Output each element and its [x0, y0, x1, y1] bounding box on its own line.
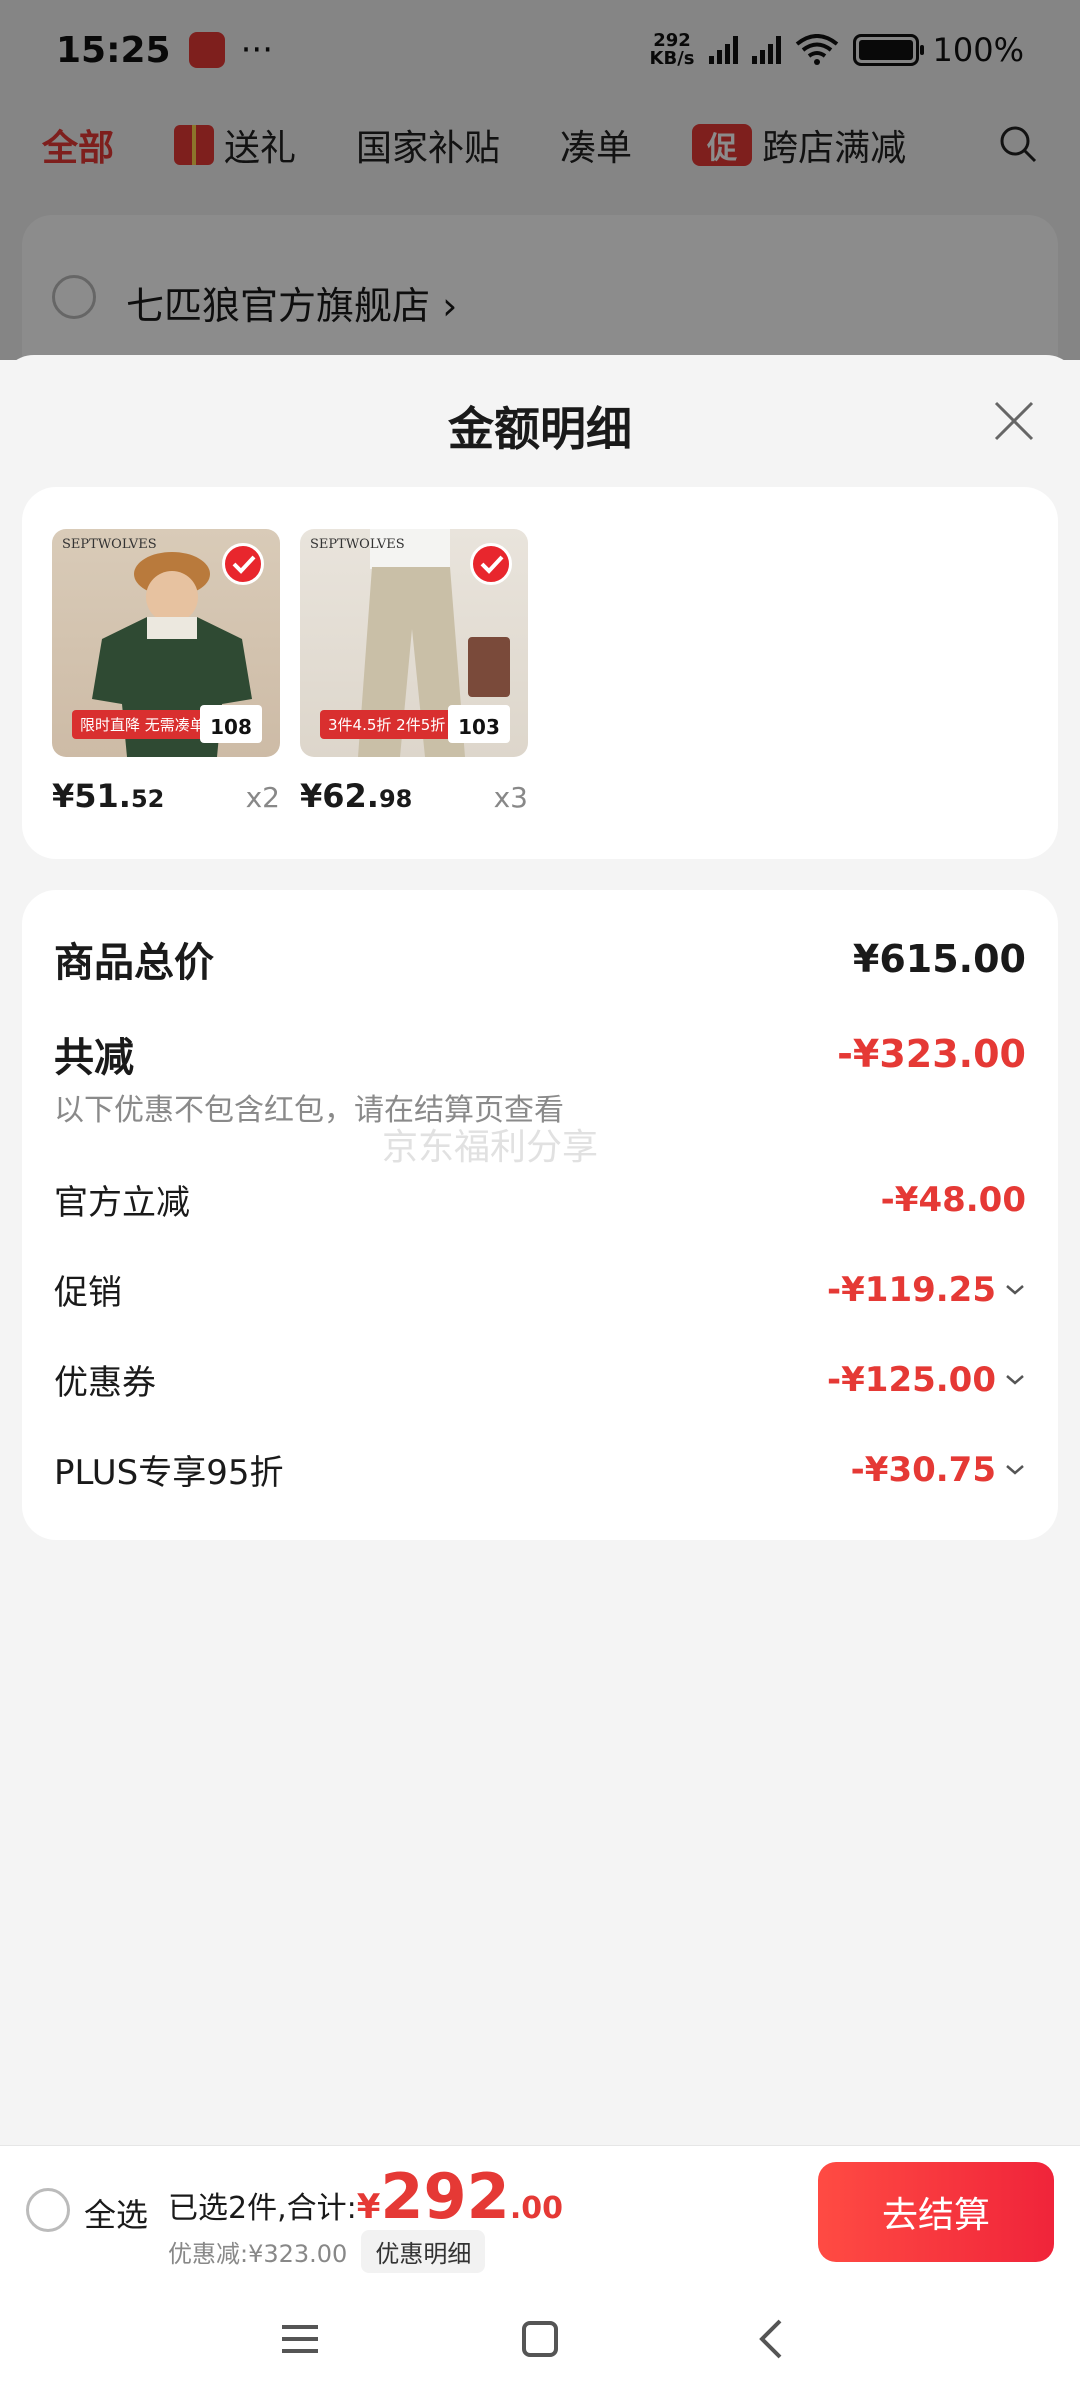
goods-thumbnail: SEPTWOLVES 3件4.5折 2件5折 103	[300, 529, 528, 757]
watermark: 京东福利分享	[382, 1127, 599, 1168]
sheet-title: 金额明细	[448, 402, 632, 456]
checkout-button[interactable]: 去结算	[818, 2162, 1054, 2262]
total-price-value: ¥615.00	[852, 937, 1026, 981]
total-amount-decimal: .00	[509, 2191, 563, 2226]
total-price-label: 商品总价	[54, 940, 214, 986]
menu-icon[interactable]	[276, 2315, 324, 2363]
checkout-bar: 全选 已选2件,合计: ¥ 292 .00 优惠减:¥323.00 优惠明细 去…	[0, 2145, 1080, 2275]
discount-row-promotion[interactable]: 促销 -¥119.25	[54, 1265, 1026, 1314]
discount-label: 官方立减	[54, 1183, 190, 1223]
total-reduce-value: -¥323.00	[837, 1032, 1026, 1076]
goods-quantity: x3	[493, 781, 528, 814]
selected-goods-card: SEPTWOLVES 限时直降 无需凑单 108 ¥51.52 x2 SEPTW…	[22, 487, 1058, 859]
goods-price: ¥51.52	[52, 777, 164, 815]
goods-price-int: ¥51.	[52, 777, 131, 815]
discount-row-official: 官方立减 -¥48.00	[54, 1175, 1026, 1224]
discount-value-wrap: -¥119.25	[827, 1270, 1026, 1310]
thumb-price: 103	[448, 705, 510, 743]
goods-price-row: ¥62.98 x3	[300, 777, 528, 815]
chevron-down-icon[interactable]	[1004, 1373, 1026, 1387]
total-reduce-row: 共减 -¥323.00	[54, 1025, 1026, 1083]
goods-item[interactable]: SEPTWOLVES 3件4.5折 2件5折 103 ¥62.98 x3	[300, 529, 528, 815]
discount-row-coupon[interactable]: 优惠券 -¥125.00	[54, 1355, 1026, 1404]
system-nav-bar	[0, 2275, 1080, 2400]
back-icon[interactable]	[748, 2315, 796, 2363]
price-details-card: 商品总价 ¥615.00 共减 -¥323.00 以下优惠不包含红包，请在结算页…	[22, 890, 1058, 1540]
select-all-radio[interactable]	[26, 2188, 70, 2232]
total-amount: 292	[380, 2160, 510, 2233]
promo-tag: 限时直降 无需凑单	[72, 710, 213, 739]
promo-tag: 3件4.5折 2件5折	[320, 710, 454, 739]
brand-logo: SEPTWOLVES	[62, 537, 157, 552]
discount-label: 促销	[54, 1273, 122, 1313]
discount-value: -¥125.00	[827, 1359, 996, 1400]
close-icon[interactable]	[990, 397, 1038, 445]
selected-count-text: 已选2件,合计:	[168, 2191, 357, 2226]
select-all-label[interactable]: 全选	[84, 2190, 148, 2236]
discount-value-wrap: -¥30.75	[851, 1450, 1026, 1490]
goods-item[interactable]: SEPTWOLVES 限时直降 无需凑单 108 ¥51.52 x2	[52, 529, 280, 815]
discount-value: -¥119.25	[827, 1269, 996, 1310]
chevron-down-icon[interactable]	[1004, 1463, 1026, 1477]
goods-price-dec: 52	[130, 785, 165, 813]
discount-label: 优惠券	[54, 1363, 156, 1403]
discount-row-plus[interactable]: PLUS专享95折 -¥30.75	[54, 1445, 1026, 1494]
goods-quantity: x2	[245, 781, 280, 814]
goods-price-dec: 98	[378, 785, 413, 813]
goods-price: ¥62.98	[300, 777, 412, 815]
discount-detail-button[interactable]: 优惠明细	[361, 2230, 486, 2273]
overlay-mask[interactable]	[0, 0, 1080, 360]
goods-price-int: ¥62.	[300, 777, 379, 815]
thumb-price: 108	[200, 705, 262, 743]
currency-symbol: ¥	[356, 2187, 381, 2227]
brand-logo: SEPTWOLVES	[310, 537, 405, 552]
selected-check-icon[interactable]	[470, 543, 512, 585]
goods-thumbnail: SEPTWOLVES 限时直降 无需凑单 108	[52, 529, 280, 757]
goods-price-row: ¥51.52 x2	[52, 777, 280, 815]
amount-detail-sheet: 金额明细 SEPTWOLVES 限时直降 无需凑单 108 ¥51.52 x2	[0, 355, 1080, 2275]
discount-label: PLUS专享95折	[54, 1453, 284, 1493]
discount-value-wrap: -¥125.00	[827, 1360, 1026, 1400]
discount-value: -¥48.00	[880, 1179, 1026, 1220]
discount-value: -¥30.75	[850, 1449, 996, 1490]
home-icon[interactable]	[516, 2315, 564, 2363]
discount-summary-text: 优惠减:¥323.00	[168, 2240, 348, 2268]
total-reduce-label: 共减	[54, 1035, 134, 1081]
chevron-down-icon[interactable]	[1004, 1283, 1026, 1297]
total-summary: 已选2件,合计: ¥ 292 .00	[168, 2166, 563, 2228]
selected-check-icon[interactable]	[222, 543, 264, 585]
total-price-row: 商品总价 ¥615.00	[54, 930, 1026, 988]
discount-summary: 优惠减:¥323.00 优惠明细	[168, 2230, 486, 2273]
